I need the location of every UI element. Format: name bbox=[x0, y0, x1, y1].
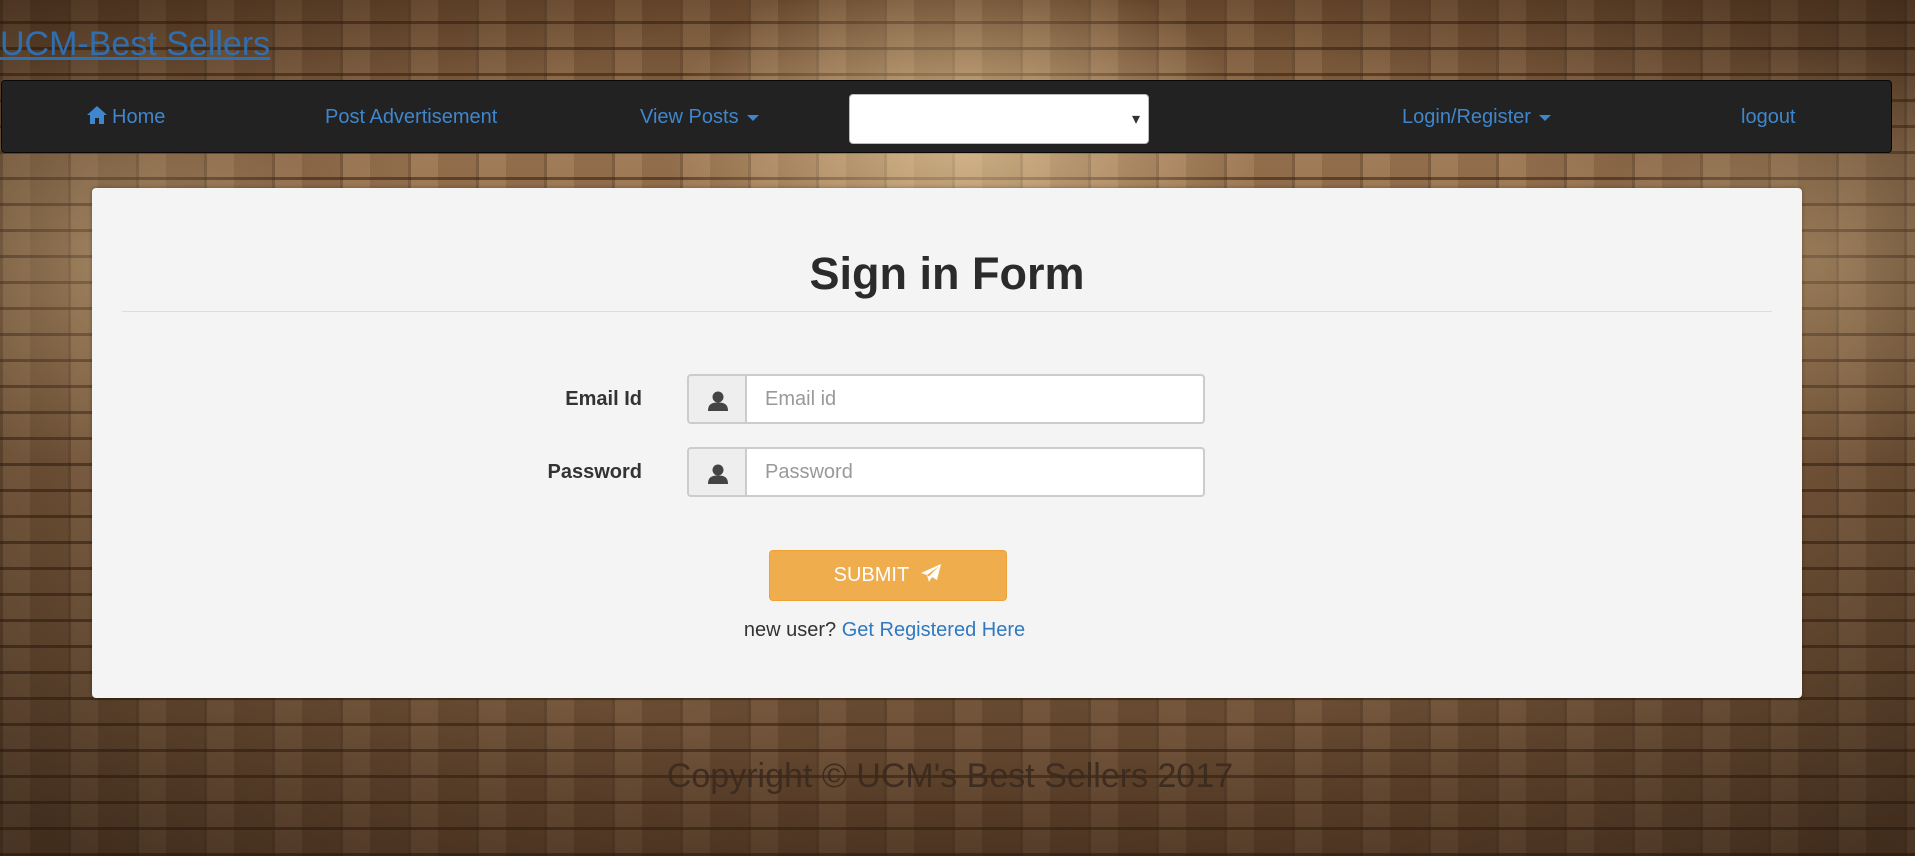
paper-plane-icon bbox=[921, 564, 942, 582]
home-icon bbox=[87, 106, 107, 124]
email-input-group bbox=[687, 374, 1205, 424]
register-link[interactable]: Get Registered Here bbox=[842, 619, 1025, 641]
nav-home[interactable]: Home bbox=[86, 81, 165, 154]
user-icon bbox=[708, 464, 728, 484]
signin-panel: Sign in Form Email Id Password SUBMIT ne… bbox=[92, 188, 1802, 698]
new-user-text: new user? bbox=[743, 619, 837, 641]
user-icon bbox=[708, 391, 728, 411]
password-addon bbox=[687, 447, 745, 497]
password-label: Password bbox=[547, 461, 642, 483]
nav-logout[interactable]: logout bbox=[1741, 81, 1796, 154]
email-label: Email Id bbox=[565, 388, 642, 410]
nav-view-posts[interactable]: View Posts bbox=[640, 81, 759, 154]
nav-home-label: Home bbox=[112, 106, 166, 128]
email-field[interactable] bbox=[745, 374, 1205, 424]
password-field[interactable] bbox=[745, 447, 1205, 497]
navbar: Home Post Advertisement View Posts ▾ Log… bbox=[1, 80, 1892, 153]
caret-down-icon bbox=[1538, 114, 1551, 121]
caret-down-icon bbox=[746, 114, 759, 121]
nav-post-advertisement[interactable]: Post Advertisement bbox=[325, 81, 497, 154]
submit-button[interactable]: SUBMIT bbox=[769, 550, 1007, 601]
submit-button-label: SUBMIT bbox=[833, 564, 909, 586]
nav-select-dropdown[interactable]: ▾ bbox=[849, 94, 1149, 144]
email-addon bbox=[687, 374, 745, 424]
brand-link[interactable]: UCM-Best Sellers bbox=[0, 22, 270, 66]
footer-copyright: Copyright © UCM's Best Sellers 2017 bbox=[666, 757, 1234, 795]
password-input-group bbox=[687, 447, 1205, 497]
chevron-down-icon: ▾ bbox=[1131, 111, 1140, 128]
nav-login-register-label: Login/Register bbox=[1402, 106, 1531, 128]
register-prompt: new user? Get Registered Here bbox=[92, 618, 1677, 642]
form-title: Sign in Form bbox=[809, 248, 1085, 299]
nav-view-posts-label: View Posts bbox=[640, 106, 739, 128]
title-divider bbox=[122, 311, 1772, 312]
nav-login-register[interactable]: Login/Register bbox=[1402, 81, 1551, 154]
